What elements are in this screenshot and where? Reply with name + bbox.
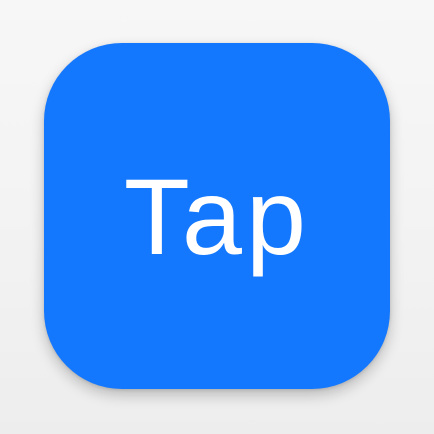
tap-app-icon-button[interactable]: Tap	[44, 43, 390, 389]
screen-background: { "app_icon": { "label": "Tap", "accent_…	[0, 0, 434, 434]
app-icon-label: Tap	[123, 156, 311, 277]
